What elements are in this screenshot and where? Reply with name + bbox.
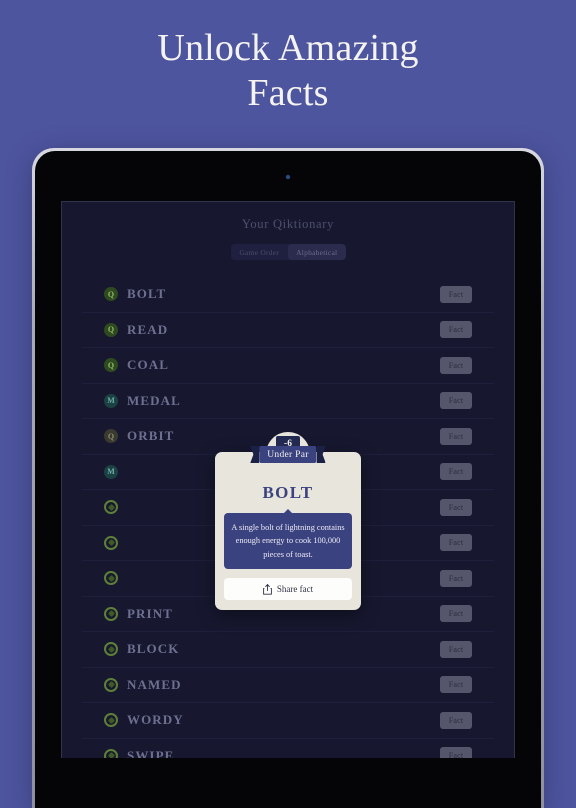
- diamond-icon: [107, 539, 115, 547]
- word-badge-icon: [104, 713, 118, 728]
- word-badge-icon: [104, 677, 118, 692]
- word-row[interactable]: NAMED Fact: [82, 668, 494, 703]
- fact-button[interactable]: Fact: [440, 747, 472, 758]
- fact-button[interactable]: Fact: [440, 711, 472, 729]
- word-badge-icon: [104, 500, 118, 515]
- word-row[interactable]: BLOCK Fact: [82, 632, 494, 668]
- word-label: MEDAL: [127, 392, 181, 408]
- camera-icon: [286, 175, 290, 179]
- headline-line-2: Facts: [247, 71, 329, 114]
- par-ribbon: Under Par: [250, 446, 326, 463]
- tablet-device: Your Qiktionary Game Order Alphabetical …: [32, 148, 544, 808]
- promo-headline: Unlock Amazing Facts: [0, 26, 576, 116]
- sort-segmented-control[interactable]: Game Order Alphabetical: [230, 244, 346, 260]
- word-label: BOLT: [127, 286, 167, 302]
- word-badge-icon: [104, 571, 118, 586]
- word-badge-icon: Q: [104, 287, 118, 302]
- word-label: SWIPE: [127, 747, 175, 758]
- word-label: BLOCK: [127, 641, 180, 657]
- ribbon-tail-left: [250, 446, 260, 463]
- diamond-icon: [107, 574, 115, 582]
- segment-game-order[interactable]: Game Order: [231, 244, 289, 260]
- word-badge-icon: [104, 535, 118, 550]
- word-row[interactable]: M MEDAL Fact: [82, 384, 494, 419]
- word-label: READ: [127, 321, 169, 337]
- word-badge-icon: [104, 748, 118, 758]
- fact-modal: -6 Under Par BOLT A single bolt of light…: [215, 432, 361, 611]
- word-row[interactable]: Q COAL Fact: [82, 348, 494, 384]
- diamond-icon: [107, 716, 115, 724]
- fact-button[interactable]: Fact: [440, 605, 472, 623]
- fact-button[interactable]: Fact: [440, 321, 472, 339]
- fact-button[interactable]: Fact: [440, 285, 472, 303]
- headline-line-1: Unlock Amazing: [157, 27, 419, 69]
- ribbon-tail-right: [316, 446, 326, 463]
- diamond-icon: [107, 752, 115, 758]
- fact-button[interactable]: Fact: [440, 676, 472, 694]
- fact-button[interactable]: Fact: [440, 534, 472, 552]
- word-row[interactable]: Q READ Fact: [82, 313, 494, 348]
- word-row[interactable]: Q BOLT Fact: [82, 277, 494, 313]
- word-label: WORDY: [127, 712, 184, 728]
- modal-word-title: BOLT: [262, 483, 314, 502]
- page-title: Your Qiktionary: [241, 217, 335, 231]
- word-row[interactable]: SWIPE Fact: [82, 739, 494, 758]
- tablet-bezel: Your Qiktionary Game Order Alphabetical …: [35, 151, 541, 808]
- app-screen: Your Qiktionary Game Order Alphabetical …: [61, 201, 515, 758]
- word-badge-icon: Q: [104, 429, 118, 444]
- diamond-icon: [107, 645, 115, 653]
- word-badge-icon: [104, 642, 118, 657]
- fact-button[interactable]: Fact: [440, 356, 472, 374]
- word-badge-icon: Q: [104, 358, 118, 373]
- fact-button[interactable]: Fact: [440, 392, 472, 410]
- word-row[interactable]: WORDY Fact: [82, 703, 494, 739]
- diamond-icon: [107, 503, 115, 511]
- share-fact-label: Share fact: [276, 584, 314, 595]
- fact-text-box: A single bolt of lightning contains enou…: [224, 508, 352, 570]
- diamond-icon: [107, 610, 115, 618]
- word-badge-icon: Q: [104, 322, 118, 337]
- word-badge-icon: M: [104, 393, 118, 408]
- share-icon: [263, 583, 272, 595]
- fact-card: Under Par BOLT A single bolt of lightnin…: [215, 446, 361, 611]
- segment-alphabetical[interactable]: Alphabetical: [288, 244, 346, 260]
- fact-button[interactable]: Fact: [440, 569, 472, 587]
- word-badge-icon: [104, 606, 118, 621]
- word-badge-icon: M: [104, 464, 118, 479]
- fact-button[interactable]: Fact: [440, 498, 472, 516]
- word-label: COAL: [127, 357, 169, 373]
- fact-button[interactable]: Fact: [440, 427, 472, 445]
- diamond-icon: [107, 681, 115, 689]
- share-fact-button[interactable]: Share fact: [224, 578, 352, 601]
- word-label: NAMED: [127, 676, 182, 692]
- fact-button[interactable]: Fact: [440, 463, 472, 481]
- fact-button[interactable]: Fact: [440, 640, 472, 658]
- par-ribbon-label: Under Par: [259, 446, 317, 463]
